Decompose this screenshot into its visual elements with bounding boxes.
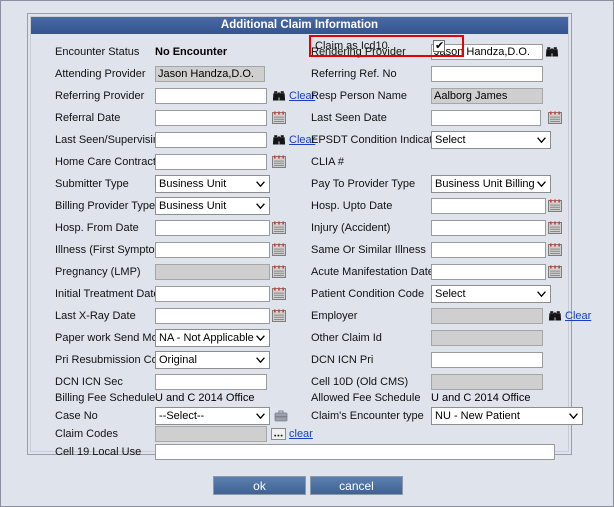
form-row-acute-manifestation-date: Acute Manifestation Date [31, 261, 568, 283]
input-other-claim-id [431, 330, 543, 346]
form-row-rendering-provider: Rendering Provider Jason Handza,D.O. [31, 41, 568, 63]
form-row-claim-s-encounter-type: Claim's Encounter type NU - New Patient [31, 405, 583, 427]
calendar-icon[interactable] [548, 243, 562, 257]
claim-as-icd10-label: Claim as Icd10 [315, 40, 388, 52]
label-employer: Employer [311, 310, 358, 322]
input-resp-person-name: Aalborg James [431, 88, 543, 104]
page-root: Additional Claim Information Encounter S… [0, 0, 614, 507]
calendar-icon[interactable] [548, 265, 562, 279]
input-last-seen-date[interactable] [431, 110, 541, 126]
label-patient-condition-code: Patient Condition Code [311, 288, 425, 300]
select-value-claim-s-encounter-type: NU - New Patient [435, 410, 520, 422]
select-value-epsdt-condition-indicator: Select [435, 134, 466, 146]
form-row-last-seen-date: Last Seen Date [31, 107, 568, 129]
panel-title: Additional Claim Information [31, 17, 568, 34]
input-employer [431, 308, 543, 324]
label-last-seen-date: Last Seen Date [311, 112, 387, 124]
select-epsdt-condition-indicator[interactable]: Select [431, 131, 551, 149]
form-row-hosp-upto-date: Hosp. Upto Date [31, 195, 568, 217]
checkmark-icon: ✔ [435, 40, 445, 52]
select-claim-s-encounter-type[interactable]: NU - New Patient [431, 407, 583, 425]
calendar-icon[interactable] [548, 199, 562, 213]
input-referring-ref-no[interactable] [431, 66, 543, 82]
calendar-icon[interactable] [548, 111, 562, 125]
form-row-dcn-icn-pri: DCN ICN Pri [31, 349, 568, 371]
dialog-button-bar: ok cancel [1, 476, 614, 495]
label-claim-s-encounter-type: Claim's Encounter type [311, 410, 424, 422]
label-resp-person-name: Resp Person Name [311, 90, 407, 102]
chevron-down-icon [537, 132, 546, 148]
label-referring-ref-no: Referring Ref. No [311, 68, 397, 80]
label-pay-to-provider-type: Pay To Provider Type [311, 178, 416, 190]
label-epsdt-condition-indicator: EPSDT Condition Indicator [311, 134, 443, 146]
form-row-injury-accident: Injury (Accident) [31, 217, 568, 239]
chevron-down-icon [537, 286, 546, 302]
clear-link-employer[interactable]: Clear [565, 305, 591, 327]
form-row-other-claim-id: Other Claim Id [31, 327, 568, 349]
form-row-pay-to-provider-type: Pay To Provider Type Business Unit Billin… [31, 173, 568, 195]
select-value-patient-condition-code: Select [435, 288, 466, 300]
form-row-referring-ref-no: Referring Ref. No [31, 63, 568, 85]
select-value-pay-to-provider-type: Business Unit Billing [435, 178, 535, 190]
label-same-or-similar-illness: Same Or Similar Illness [311, 244, 426, 256]
input-acute-manifestation-date[interactable] [431, 264, 546, 280]
input-same-or-similar-illness[interactable] [431, 242, 546, 258]
input-injury-accident[interactable] [431, 220, 546, 236]
calendar-icon[interactable] [548, 221, 562, 235]
select-pay-to-provider-type[interactable]: Business Unit Billing [431, 175, 551, 193]
additional-claim-information-panel: Additional Claim Information Encounter S… [27, 13, 591, 460]
label-hosp-upto-date: Hosp. Upto Date [311, 200, 393, 212]
claim-as-icd10-checkbox[interactable]: ✔ [433, 40, 445, 52]
input-hosp-upto-date[interactable] [431, 198, 546, 214]
label-acute-manifestation-date: Acute Manifestation Date [311, 266, 434, 278]
form-row-same-or-similar-illness: Same Or Similar Illness [31, 239, 568, 261]
form-row-patient-condition-code: Patient Condition Code Select [31, 283, 568, 305]
chevron-down-icon [537, 176, 546, 192]
form-row-resp-person-name: Resp Person Name Aalborg James [31, 85, 568, 107]
input-dcn-icn-pri[interactable] [431, 352, 543, 368]
form-row-epsdt-condition-indicator: EPSDT Condition Indicator Select [31, 129, 568, 151]
ok-button[interactable]: ok [213, 476, 306, 495]
form-row-employer: Employer Clear [31, 305, 591, 327]
select-patient-condition-code[interactable]: Select [431, 285, 551, 303]
panel-inner: Additional Claim Information Encounter S… [30, 16, 591, 460]
form-row-clia: CLIA # [31, 151, 568, 173]
binoculars-icon[interactable] [545, 45, 559, 59]
label-dcn-icn-pri: DCN ICN Pri [311, 354, 374, 366]
label-clia: CLIA # [311, 156, 345, 168]
label-other-claim-id: Other Claim Id [311, 332, 382, 344]
binoculars-icon[interactable] [548, 309, 562, 323]
label-injury-accident: Injury (Accident) [311, 222, 391, 234]
cancel-button[interactable]: cancel [310, 476, 403, 495]
right-column-fields: Rendering Provider Jason Handza,D.O. Refer… [31, 34, 591, 451]
chevron-down-icon [569, 408, 578, 424]
